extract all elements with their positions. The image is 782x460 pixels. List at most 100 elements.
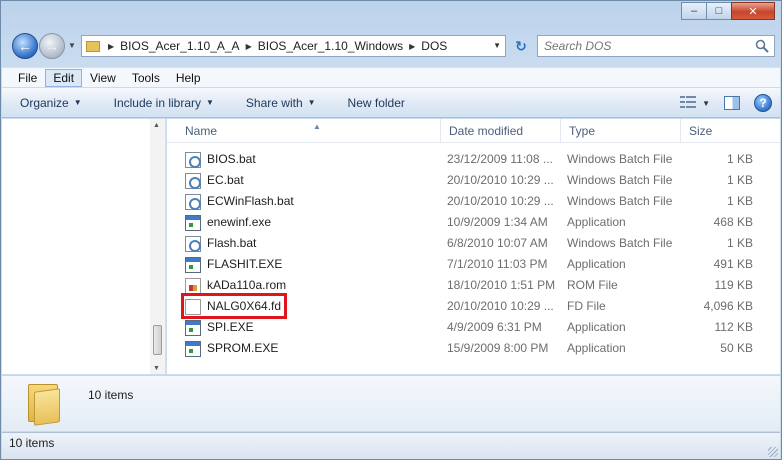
file-row[interactable]: NALG0X64.fd 20/10/2010 10:29 ... FD File 4,… [167,293,780,319]
include-in-library-label: Include in library [113,95,201,110]
file-row[interactable]: BIOS.bat 23/12/2009 11:08 ... Windows Batc… [167,149,780,170]
file-date: 23/12/2009 11:08 ... [447,152,553,166]
file-name-cell[interactable]: Flash.bat [185,233,445,254]
file-size: 1 KB [726,236,753,250]
share-with-button[interactable]: Share with ▼ [246,96,316,110]
file-date: 10/9/2009 1:34 AM [447,215,548,229]
resize-grip[interactable] [768,447,778,457]
details-item-count: 10 items [88,388,134,402]
close-icon[interactable]: ✕ [731,2,775,20]
menu-bar: File Edit View Tools Help [2,67,780,87]
file-row[interactable]: EC.bat 20/10/2010 10:29 ... Windows Batch … [167,170,780,191]
chevron-down-icon: ▼ [307,98,316,107]
column-header-type[interactable]: Type [561,119,681,143]
breadcrumb-item[interactable]: BIOS_Acer_1.10_Windows [258,39,403,53]
share-with-label: Share with [245,95,303,110]
file-row[interactable]: SPROM.EXE 15/9/2009 8:00 PM Application 50 … [167,338,780,359]
file-name-cell[interactable]: SPI.EXE [185,317,445,338]
status-text: 10 items [9,436,55,450]
chevron-down-icon: ▼ [206,98,214,107]
search-icon[interactable] [755,39,769,53]
file-type: FD File [567,299,606,313]
file-name-cell[interactable]: enewinf.exe [185,212,445,233]
file-type: Application [567,215,626,229]
search-input[interactable] [544,39,744,53]
chevron-right-icon[interactable]: ▶ [108,42,114,51]
back-button[interactable]: ← [12,33,38,59]
file-name: SPI.EXE [207,320,254,334]
file-size: 468 KB [713,215,753,229]
file-row[interactable]: Flash.bat 6/8/2010 10:07 AM Windows Batch … [167,233,780,254]
help-icon[interactable]: ? [754,94,772,112]
file-date: 15/9/2009 8:00 PM [447,341,549,355]
navigation-row: ← → ▼ ▶ BIOS_Acer_1.10_A_A ▶ BIOS_Acer_1… [9,31,775,61]
file-name-cell[interactable]: EC.bat [185,170,445,191]
file-row[interactable]: enewinf.exe 10/9/2009 1:34 AM Application 4… [167,212,780,233]
chevron-down-icon: ▼ [73,98,82,107]
search-box[interactable] [537,35,775,57]
scroll-down-icon[interactable]: ▼ [153,365,160,372]
file-name-cell[interactable]: BIOS.bat [185,149,445,170]
file-type: Application [567,341,626,355]
chevron-right-icon[interactable]: ▶ [246,42,252,51]
recent-pages-dropdown[interactable]: ▼ [68,41,76,50]
status-bar: 10 items [2,432,780,459]
file-name-cell[interactable]: FLASHIT.EXE [185,254,445,275]
explorer-window: – □ ✕ ← → ▼ ▶ BIOS_Acer_1.10_A_A ▶ BIOS_… [0,0,782,460]
file-name-cell[interactable]: SPROM.EXE [185,338,445,359]
exe-file-icon [185,319,201,336]
file-name: enewinf.exe [207,215,272,229]
file-date: 4/9/2009 6:31 PM [447,320,542,334]
file-type: Windows Batch File [567,194,673,208]
sort-ascending-icon: ▲ [313,122,321,131]
bat-file-icon [185,193,201,210]
file-rows: BIOS.bat 23/12/2009 11:08 ... Windows Batc… [167,149,780,359]
file-date: 20/10/2010 10:29 ... [447,299,554,313]
file-date: 20/10/2010 10:29 ... [447,194,554,208]
breadcrumb-item[interactable]: BIOS_Acer_1.10_A_A [120,39,239,53]
scroll-up-icon[interactable]: ▲ [153,122,160,129]
menu-tools[interactable]: Tools [124,69,168,87]
menu-help[interactable]: Help [168,69,209,87]
file-name: SPROM.EXE [207,341,279,355]
file-type: Windows Batch File [567,152,673,166]
forward-button[interactable]: → [39,33,65,59]
address-bar[interactable]: ▶ BIOS_Acer_1.10_A_A ▶ BIOS_Acer_1.10_Wi… [81,35,506,57]
file-type: Application [567,257,626,271]
column-header-name[interactable]: ▲ Name [177,119,441,143]
file-size: 1 KB [726,194,753,208]
file-date: 18/10/2010 1:51 PM [447,278,556,292]
column-headers: ▲ Name Date modified Type Size [167,119,780,143]
file-name: ECWinFlash.bat [207,194,294,208]
address-dropdown-icon[interactable]: ▼ [493,41,501,50]
include-in-library-button[interactable]: Include in library ▼ [114,96,214,110]
maximize-icon[interactable]: □ [706,2,732,20]
menu-file[interactable]: File [10,69,45,87]
forward-arrow-icon: → [45,38,59,54]
file-row[interactable]: ECWinFlash.bat 20/10/2010 10:29 ... Window… [167,191,780,212]
file-type: Windows Batch File [567,236,673,250]
file-name: EC.bat [207,173,244,187]
scrollbar-thumb[interactable] [153,325,162,355]
chevron-right-icon[interactable]: ▶ [409,42,415,51]
organize-button[interactable]: Organize ▼ [20,96,82,110]
minimize-icon[interactable]: – [681,2,707,20]
file-row[interactable]: FLASHIT.EXE 7/1/2010 11:03 PM Application 4… [167,254,780,275]
breadcrumb-item[interactable]: DOS [421,39,447,53]
menu-view[interactable]: View [82,69,124,87]
file-type: Windows Batch File [567,173,673,187]
refresh-icon[interactable]: ↻ [509,35,533,57]
navigation-pane[interactable]: ▲ ▼ [2,119,166,374]
column-header-date[interactable]: Date modified [441,119,561,143]
preview-pane-icon[interactable] [724,96,740,110]
change-view-button[interactable]: ▼ [680,96,710,110]
menu-edit[interactable]: Edit [45,68,83,87]
nav-pane-scrollbar[interactable]: ▲ ▼ [150,119,165,374]
new-folder-button[interactable]: New folder [348,96,405,110]
chevron-down-icon: ▼ [702,98,710,108]
file-row[interactable]: SPI.EXE 4/9/2009 6:31 PM Application 112 KB [167,317,780,338]
file-name-cell[interactable]: ECWinFlash.bat [185,191,445,212]
column-header-size[interactable]: Size [681,119,763,143]
file-size: 119 KB [714,278,753,292]
details-pane: 10 items [2,375,780,431]
